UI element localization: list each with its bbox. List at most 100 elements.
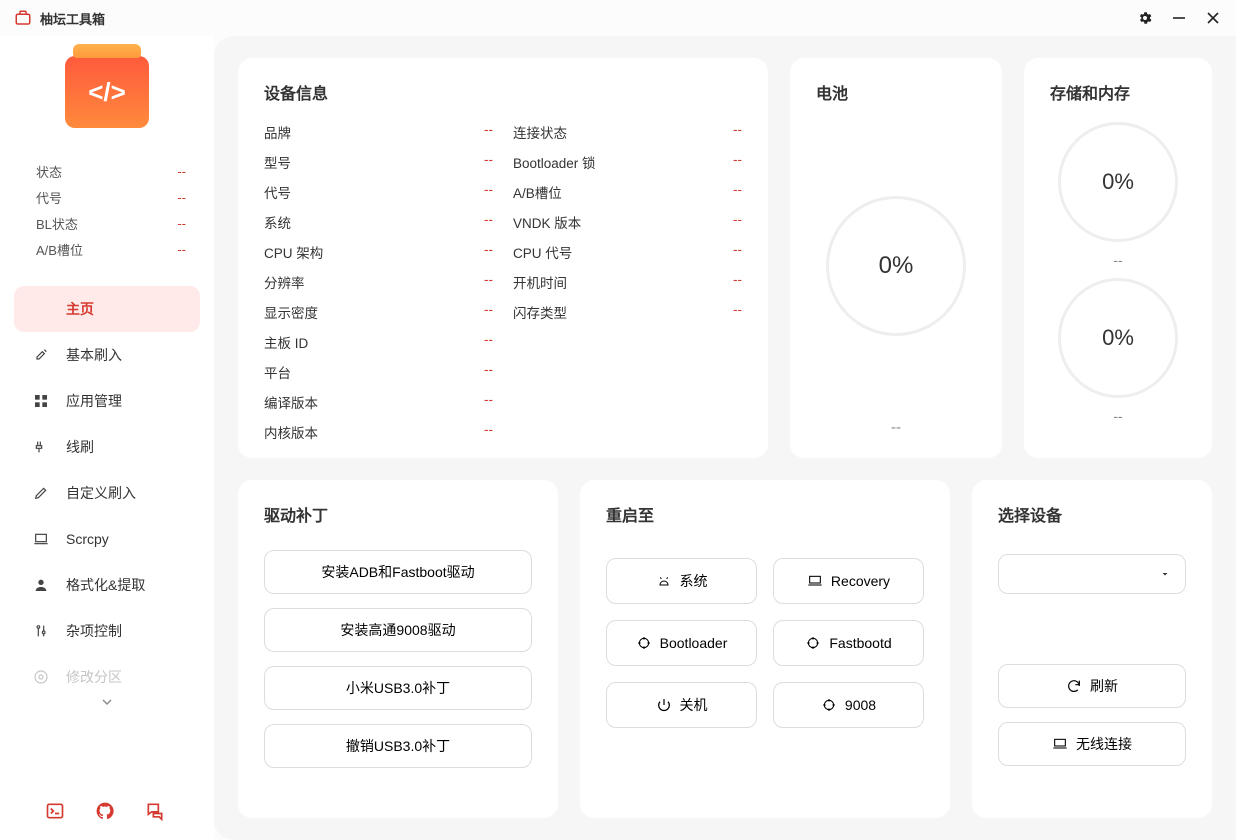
nav-format-extract[interactable]: 格式化&提取 (14, 562, 200, 608)
target-icon (805, 635, 821, 651)
device-row: VNDK 版本-- (513, 212, 742, 232)
nav-app-manage[interactable]: 应用管理 (14, 378, 200, 424)
nav-label: 格式化&提取 (66, 575, 145, 595)
nav-custom-flash[interactable]: 自定义刷入 (14, 470, 200, 516)
disk-icon (32, 669, 50, 685)
reboot-recovery[interactable]: Recovery (773, 558, 924, 604)
minimize-icon[interactable] (1170, 9, 1188, 27)
chevron-down-icon (1159, 568, 1171, 580)
wireless-button[interactable]: 无线连接 (998, 722, 1186, 766)
nav-label: 主页 (66, 299, 94, 319)
chat-icon[interactable] (144, 800, 166, 822)
device-row: 主板 ID-- (264, 332, 493, 352)
device-row: 型号-- (264, 152, 493, 172)
reboot-bootloader[interactable]: Bootloader (606, 620, 757, 666)
device-row: 平台-- (264, 362, 493, 382)
storage-sub-2: -- (1113, 408, 1122, 424)
sidebar: </> 状态-- 代号-- BL状态-- A/B槽位-- 主页 基本刷入 应用管… (0, 36, 214, 840)
title-bar: 柚坛工具箱 (0, 0, 1236, 36)
device-row: CPU 架构-- (264, 242, 493, 262)
nav-label: 基本刷入 (66, 345, 122, 365)
storage-card: 存储和内存 0% -- 0% -- (1024, 58, 1212, 458)
apps-icon (32, 393, 50, 409)
device-row: 内核版本-- (264, 422, 493, 442)
edit-icon (32, 485, 50, 501)
main: </> 状态-- 代号-- BL状态-- A/B槽位-- 主页 基本刷入 应用管… (0, 36, 1236, 840)
driver-btn-9008[interactable]: 安装高通9008驱动 (264, 608, 532, 652)
reboot-shutdown[interactable]: 关机 (606, 682, 757, 728)
nav-misc-control[interactable]: 杂项控制 (14, 608, 200, 654)
terminal-icon[interactable] (44, 800, 66, 822)
battery-title: 电池 (816, 80, 976, 104)
bottom-icons (0, 800, 214, 822)
select-device-title: 选择设备 (998, 502, 1186, 526)
settings-icon[interactable] (1136, 9, 1154, 27)
device-row: 代号-- (264, 182, 493, 202)
device-info-title: 设备信息 (264, 80, 742, 104)
device-row: 分辨率-- (264, 272, 493, 292)
expand-arrow-icon[interactable] (0, 694, 214, 710)
nav-wire-flash[interactable]: 线刷 (14, 424, 200, 470)
select-dev-buttons: 刷新 无线连接 (998, 664, 1186, 766)
nav-label: 修改分区 (66, 667, 122, 687)
nav-basic-flash[interactable]: 基本刷入 (14, 332, 200, 378)
reboot-9008[interactable]: 9008 (773, 682, 924, 728)
device-cols: 品牌-- 型号-- 代号-- 系统-- CPU 架构-- 分辨率-- 显示密度-- 主板 ID… (264, 122, 742, 442)
storage-ring-1: 0% (1058, 122, 1178, 242)
power-icon (656, 697, 672, 713)
nav-label: 线刷 (66, 437, 94, 457)
content: 设备信息 品牌--型号--代号--系统--CPU 架构--分辨率--显示密度--… (214, 36, 1236, 840)
nav-label: 自定义刷入 (66, 483, 136, 503)
storage-ring-2: 0% (1058, 278, 1178, 398)
device-row: Bootloader 锁-- (513, 152, 742, 172)
device-row: 品牌-- (264, 122, 493, 142)
cable-icon (32, 439, 50, 455)
row-bottom: 驱动补丁 安装ADB和Fastboot驱动 安装高通9008驱动 小米USB3.… (238, 480, 1212, 818)
title-left: 柚坛工具箱 (14, 9, 105, 28)
device-row: CPU 代号-- (513, 242, 742, 262)
nav-home[interactable]: 主页 (14, 286, 200, 332)
close-icon[interactable] (1204, 9, 1222, 27)
device-row: 显示密度-- (264, 302, 493, 322)
device-col-left: 品牌-- 型号-- 代号-- 系统-- CPU 架构-- 分辨率-- 显示密度-- 主板 ID… (264, 122, 493, 442)
battery-ring: 0% (826, 196, 966, 336)
device-row: 系统-- (264, 212, 493, 232)
android-icon (656, 573, 672, 589)
nav: 主页 基本刷入 应用管理 线刷 自定义刷入 Scrcpy (0, 286, 214, 700)
refresh-icon (1066, 678, 1082, 694)
device-row: 编译版本-- (264, 392, 493, 412)
battery-body: 0% (816, 122, 976, 409)
tune-icon (32, 623, 50, 639)
device-col-right: 连接状态-- Bootloader 锁-- A/B槽位-- VNDK 版本-- CPU … (513, 122, 742, 442)
title-right (1136, 9, 1222, 27)
driver-buttons: 安装ADB和Fastboot驱动 安装高通9008驱动 小米USB3.0补丁 撤… (264, 550, 532, 768)
laptop-icon (1052, 736, 1068, 752)
driver-btn-usb3-revoke[interactable]: 撤销USB3.0补丁 (264, 724, 532, 768)
battery-card: 电池 0% -- (790, 58, 1002, 458)
status-block: 状态-- 代号-- BL状态-- A/B槽位-- (0, 158, 214, 262)
driver-card: 驱动补丁 安装ADB和Fastboot驱动 安装高通9008驱动 小米USB3.… (238, 480, 558, 818)
nav-label: 杂项控制 (66, 621, 122, 641)
status-row: 代号-- (36, 184, 186, 210)
device-row: 开机时间-- (513, 272, 742, 292)
reboot-system[interactable]: 系统 (606, 558, 757, 604)
device-row: 连接状态-- (513, 122, 742, 142)
device-row: A/B槽位-- (513, 182, 742, 202)
nav-label: 应用管理 (66, 391, 122, 411)
device-dropdown[interactable] (998, 554, 1186, 594)
device-row: 闪存类型-- (513, 302, 742, 322)
driver-title: 驱动补丁 (264, 502, 532, 526)
nav-scrcpy[interactable]: Scrcpy (14, 516, 200, 562)
logo-wrap: </> (0, 56, 214, 128)
driver-btn-adb[interactable]: 安装ADB和Fastboot驱动 (264, 550, 532, 594)
reboot-title: 重启至 (606, 502, 924, 526)
reboot-fastbootd[interactable]: Fastbootd (773, 620, 924, 666)
nav-label: Scrcpy (66, 531, 109, 547)
refresh-button[interactable]: 刷新 (998, 664, 1186, 708)
github-icon[interactable] (94, 800, 116, 822)
laptop-icon (807, 573, 823, 589)
target-icon (636, 635, 652, 651)
battery-footer: -- (816, 419, 976, 436)
build-icon (32, 347, 50, 363)
driver-btn-usb3[interactable]: 小米USB3.0补丁 (264, 666, 532, 710)
